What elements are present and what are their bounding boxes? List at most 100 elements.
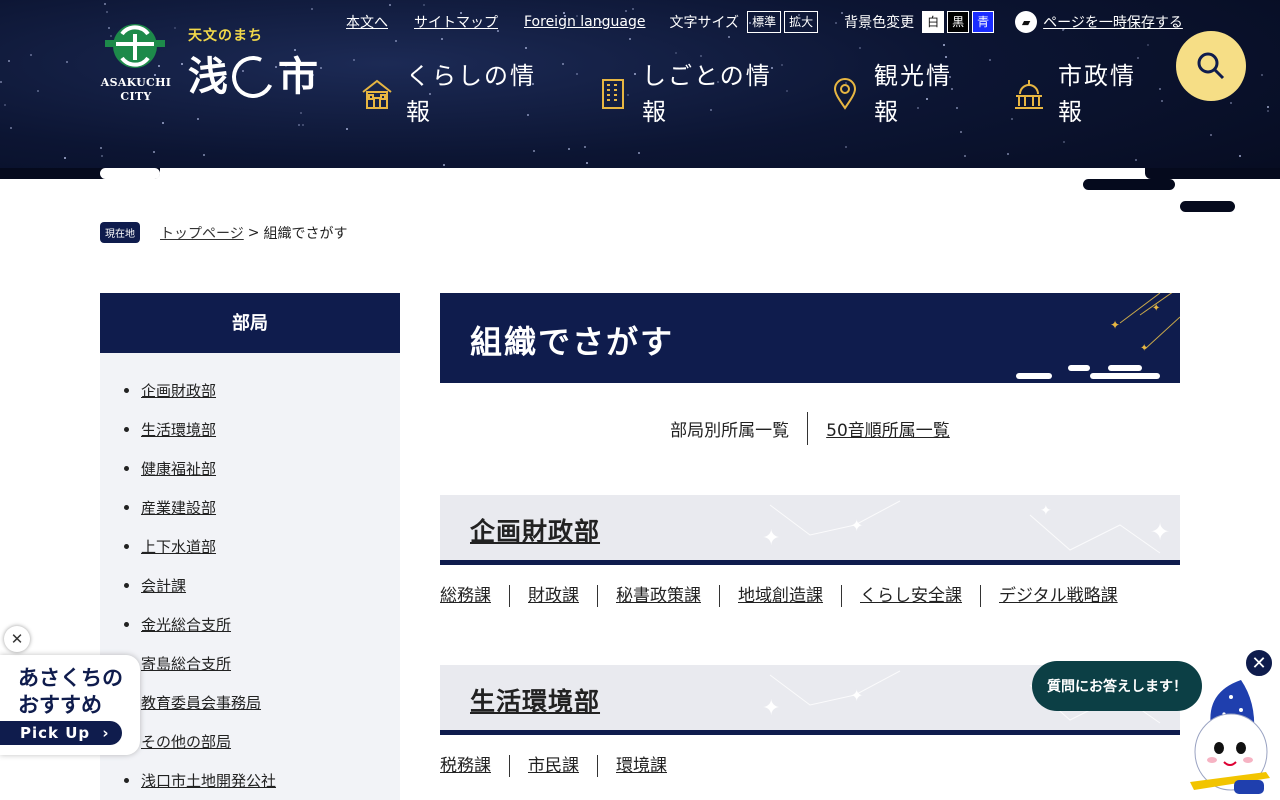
star-dot: [1063, 141, 1065, 143]
svg-text:✦: ✦: [850, 516, 863, 535]
star-dot: [632, 8, 634, 10]
division-link[interactable]: 市民課: [509, 755, 597, 777]
section-title[interactable]: 生活環境部: [470, 682, 600, 718]
division-link[interactable]: 地域創造課: [719, 585, 841, 607]
star-dot: [10, 127, 12, 129]
tab-by-department[interactable]: 部局別所属一覧: [652, 412, 807, 445]
sidebar-item[interactable]: 生活環境部: [124, 410, 400, 449]
star-dot: [30, 54, 32, 56]
sidebar-item[interactable]: 金光総合支所: [124, 605, 400, 644]
star-dot: [153, 151, 155, 153]
star-dot: [443, 164, 445, 166]
decor-cloud: [100, 168, 160, 179]
breadcrumb-home-link[interactable]: トップページ: [160, 223, 244, 243]
star-dot: [964, 155, 966, 157]
star-dot: [101, 155, 103, 157]
building-icon: [602, 79, 624, 109]
nav-city-admin[interactable]: 市政情報: [1008, 58, 1168, 130]
star-dot: [568, 148, 570, 150]
chevron-right-icon: ›: [102, 724, 110, 742]
decor-cloud: [1083, 179, 1175, 190]
svg-text:✦: ✦: [1110, 318, 1120, 332]
sidebar-item[interactable]: 寄島総合支所: [124, 644, 400, 683]
sidebar-item[interactable]: 教育委員会事務局: [124, 683, 400, 722]
decor-cloud: [1145, 168, 1280, 179]
star-dot: [353, 59, 355, 61]
star-dot: [4, 104, 6, 106]
font-size-label: 文字サイズ: [669, 15, 740, 31]
moon-icon: [226, 50, 280, 104]
star-dot: [584, 146, 586, 148]
star-dot: [100, 147, 102, 149]
star-dot: [728, 36, 730, 38]
section-header: ✦ ✦ ✦ ✦ 企画財政部: [440, 495, 1180, 565]
star-dot: [298, 124, 300, 126]
sidebar-item[interactable]: 健康福祉部: [124, 449, 400, 488]
breadcrumb-current: 組織でさがす: [263, 225, 348, 242]
star-dot: [346, 128, 348, 130]
nav-living[interactable]: くらしの情報: [356, 58, 592, 130]
global-nav: くらしの情報 しごとの情報 観光情報 市政情報: [356, 58, 1168, 130]
page-title-banner: 組織でさがす ✦ ✦ ✦: [440, 293, 1180, 383]
skip-to-content-link[interactable]: 本文へ: [346, 12, 388, 32]
sidebar-list: 企画財政部 生活環境部 健康福祉部 産業建設部 上下水道部 会計課 金光総合支所…: [100, 353, 400, 800]
mascot-character-icon[interactable]: [1186, 672, 1276, 800]
division-link[interactable]: 秘書政策課: [597, 585, 719, 607]
division-link[interactable]: デジタル戦略課: [980, 585, 1136, 607]
star-dot: [64, 157, 66, 159]
nav-tourism[interactable]: 観光情報: [824, 58, 1008, 130]
save-page-label: ページを一時保存する: [1043, 15, 1183, 31]
sidebar-item[interactable]: 会計課: [124, 566, 400, 605]
pickup-button[interactable]: Pick Up ›: [0, 721, 122, 745]
sitemap-link[interactable]: サイトマップ: [414, 12, 498, 32]
bg-blue-button[interactable]: 青: [972, 11, 995, 33]
bg-white-button[interactable]: 白: [922, 11, 945, 33]
star-dot: [1135, 159, 1137, 161]
site-header: ASAKUCHI CITY 天文のまち 浅 市 本文へ サイトマップ Forei…: [0, 0, 1280, 212]
font-standard-button[interactable]: 標準: [747, 11, 782, 33]
tab-by-syllabary[interactable]: 50音順所属一覧: [807, 412, 968, 445]
sidebar-item[interactable]: 産業建設部: [124, 488, 400, 527]
shooting-stars-decoration: ✦ ✦ ✦: [1016, 293, 1180, 379]
division-link[interactable]: 税務課: [440, 755, 509, 777]
map-pin-icon: [833, 78, 857, 110]
breadcrumb-separator: >: [247, 224, 260, 241]
chatbot-bubble[interactable]: 質問にお答えします！: [1032, 661, 1202, 711]
star-dot: [675, 52, 677, 54]
folder-icon: ▰: [1015, 11, 1038, 33]
foreign-language-link[interactable]: Foreign language: [524, 14, 645, 30]
font-large-button[interactable]: 拡大: [784, 11, 819, 33]
svg-text:✦: ✦: [762, 526, 780, 551]
pickup-close-button[interactable]: ✕: [4, 626, 30, 652]
pickup-widget[interactable]: あさくちの おすすめ Pick Up ›: [0, 655, 145, 755]
search-button[interactable]: [1176, 31, 1246, 101]
logo-city-name: 浅 市: [188, 50, 318, 104]
division-link[interactable]: 総務課: [440, 585, 509, 607]
bg-black-button[interactable]: 黒: [947, 11, 970, 33]
star-dot: [943, 44, 945, 46]
section-title[interactable]: 企画財政部: [470, 512, 600, 548]
site-logo[interactable]: ASAKUCHI CITY 天文のまち 浅 市: [100, 18, 330, 113]
star-dot: [104, 3, 106, 5]
division-link[interactable]: 環境課: [597, 755, 685, 777]
division-link[interactable]: 財政課: [509, 585, 597, 607]
svg-text:✦: ✦: [1140, 343, 1148, 354]
city-emblem-icon: [105, 24, 165, 68]
svg-text:✦: ✦: [1152, 303, 1160, 314]
star-dot: [423, 4, 425, 6]
star-dot: [586, 162, 588, 164]
star-dot: [629, 38, 631, 40]
sidebar-item[interactable]: 企画財政部: [124, 371, 400, 410]
division-link[interactable]: くらし安全課: [841, 585, 980, 607]
logo-tagline: 天文のまち: [188, 28, 263, 44]
section-links: 税務課 市民課 環境課: [440, 755, 1180, 777]
star-dot: [311, 8, 313, 10]
save-page-button[interactable]: ▰ ページを一時保存する: [1015, 11, 1183, 33]
sidebar-item[interactable]: その他の部局: [124, 722, 400, 761]
decor-cloud: [1180, 201, 1235, 212]
house-icon: [362, 79, 392, 109]
sidebar-item[interactable]: 浅口市土地開発公社: [124, 761, 400, 800]
sidebar-item[interactable]: 上下水道部: [124, 527, 400, 566]
nav-work[interactable]: しごとの情報: [592, 58, 824, 130]
svg-text:✦: ✦: [762, 696, 780, 721]
